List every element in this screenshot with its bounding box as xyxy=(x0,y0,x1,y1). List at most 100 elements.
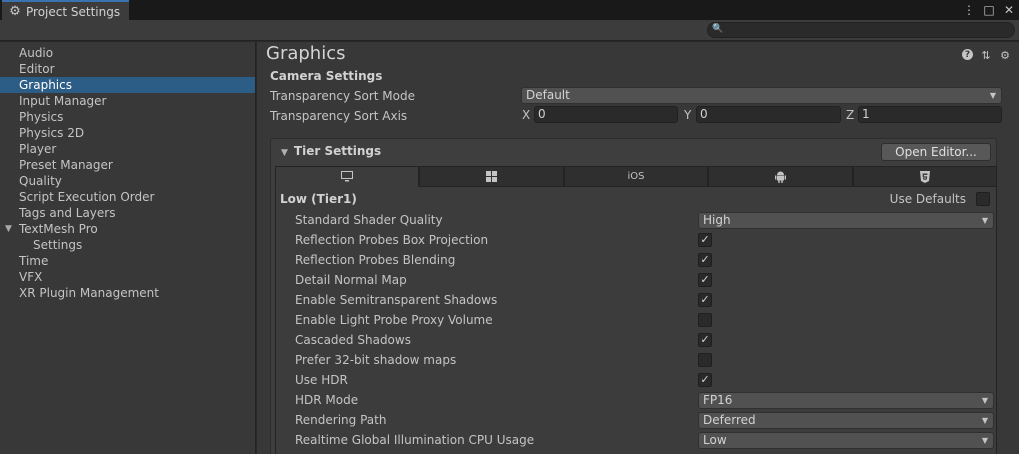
open-editor-button[interactable]: Open Editor... xyxy=(881,143,991,161)
header-icons: ? ⇅ ⚙ xyxy=(962,49,1011,62)
reflection-probes-blending-label: Reflection Probes Blending xyxy=(295,253,456,267)
detail-normal-map-checkbox[interactable]: ✓ xyxy=(698,273,712,287)
close-icon[interactable]: ✕ xyxy=(1003,2,1015,18)
tier-settings-panel: ▼ Tier Settings Open Editor... iOS Low (T… xyxy=(270,138,998,454)
search-input[interactable]: 🔍 xyxy=(707,22,1015,38)
enable-light-probe-proxy-volume-label: Enable Light Probe Proxy Volume xyxy=(295,313,493,327)
sidebar-item-label: Audio xyxy=(19,46,54,60)
tab-platform-ios[interactable]: iOS xyxy=(563,166,709,187)
sidebar-item-script-execution-order[interactable]: Script Execution Order xyxy=(0,189,255,205)
axis-z-label: Z xyxy=(846,107,855,122)
sidebar-item-audio[interactable]: Audio xyxy=(0,45,255,61)
chevron-down-icon: ▼ xyxy=(981,416,988,425)
sidebar-item-player[interactable]: Player xyxy=(0,141,255,157)
hdr-mode-label: HDR Mode xyxy=(295,393,359,407)
sidebar-item-physics-2d[interactable]: Physics 2D xyxy=(0,125,255,141)
sidebar-item-settings[interactable]: Settings xyxy=(0,237,255,253)
chevron-down-icon: ▼ xyxy=(981,216,988,225)
axis-x-field[interactable]: 0 xyxy=(534,106,678,123)
transparency-sort-mode-value: Default xyxy=(526,88,570,102)
sidebar-item-label: Quality xyxy=(19,174,62,188)
reflection-probes-box-projection-checkbox[interactable]: ✓ xyxy=(698,233,712,247)
reflection-probes-blending-checkbox[interactable]: ✓ xyxy=(698,253,712,267)
tab-platform-android[interactable] xyxy=(708,166,853,187)
android-icon xyxy=(774,171,786,183)
sidebar-item-label: TextMesh Pro xyxy=(19,222,98,236)
expand-arrow-icon[interactable]: ▼ xyxy=(5,221,12,237)
sidebar-item-xr-plugin-management[interactable]: XR Plugin Management xyxy=(0,285,255,301)
sidebar-item-tags-and-layers[interactable]: Tags and Layers xyxy=(0,205,255,221)
realtime-global-illumination-cpu-usage-dropdown[interactable]: Low ▼ xyxy=(698,432,994,449)
axis-y-field[interactable]: 0 xyxy=(696,106,841,123)
transparency-sort-mode-dropdown[interactable]: Default ▼ xyxy=(521,87,1002,104)
axis-z: Z 1 xyxy=(846,106,1002,123)
realtime-global-illumination-cpu-usage-label: Realtime Global Illumination CPU Usage xyxy=(295,433,535,447)
platform-label: iOS xyxy=(627,171,645,182)
transparency-sort-axis-label: Transparency Sort Axis xyxy=(270,109,408,123)
prefer-32-bit-shadow-maps-checkbox[interactable] xyxy=(698,353,712,367)
settings-gear-icon[interactable]: ⚙ xyxy=(999,49,1011,62)
sidebar-item-label: Settings xyxy=(33,238,83,252)
sidebar-item-label: Player xyxy=(19,142,57,156)
html5-icon xyxy=(919,170,930,183)
use-hdr-checkbox[interactable]: ✓ xyxy=(698,373,712,387)
realtime-global-illumination-cpu-usage-value: Low xyxy=(703,433,727,447)
sidebar: Audio Editor Graphics Input Manager Physics P… xyxy=(0,42,256,454)
rendering-path-label: Rendering Path xyxy=(295,413,387,427)
sidebar-item-input-manager[interactable]: Input Manager xyxy=(0,93,255,109)
tier-body: Low (Tier1) Use Defaults Standard Shader… xyxy=(275,187,997,454)
tier-name: Low (Tier1) xyxy=(280,192,357,206)
chevron-down-icon: ▼ xyxy=(981,436,988,445)
main-panel: Graphics ? ⇅ ⚙ Camera Settings Transpare… xyxy=(257,42,1019,454)
tier-settings-foldout[interactable]: ▼ Tier Settings xyxy=(281,144,381,158)
tab-platform-standalone[interactable] xyxy=(275,166,420,187)
window-tab-bar: ⚙ Project Settings ⋮ □ ✕ xyxy=(0,0,1019,21)
sidebar-item-label: XR Plugin Management xyxy=(19,286,159,300)
enable-semitransparent-shadows-checkbox[interactable]: ✓ xyxy=(698,293,712,307)
sidebar-item-graphics[interactable]: Graphics xyxy=(0,77,255,93)
enable-light-probe-proxy-volume-checkbox[interactable] xyxy=(698,313,712,327)
tab-platform-windows[interactable] xyxy=(419,166,564,187)
maximize-icon[interactable]: □ xyxy=(983,2,995,18)
rendering-path-dropdown[interactable]: Deferred ▼ xyxy=(698,412,994,429)
sidebar-item-textmesh-pro[interactable]: ▼ TextMesh Pro xyxy=(0,221,255,237)
search-icon: 🔍 xyxy=(712,24,724,34)
sidebar-item-time[interactable]: Time xyxy=(0,253,255,269)
tab-platform-webgl[interactable] xyxy=(852,166,998,187)
standard-shader-quality-value: High xyxy=(703,213,731,227)
sidebar-item-label: Tags and Layers xyxy=(19,206,116,220)
toolbar: 🔍 xyxy=(0,20,1019,41)
more-options-icon[interactable]: ⋮ xyxy=(963,2,975,18)
sidebar-item-vfx[interactable]: VFX xyxy=(0,269,255,285)
axis-x: X 0 xyxy=(522,106,678,123)
gear-icon: ⚙ xyxy=(9,4,21,19)
sidebar-item-physics[interactable]: Physics xyxy=(0,109,255,125)
sidebar-item-label: Input Manager xyxy=(19,94,107,108)
sidebar-item-label: Time xyxy=(19,254,49,268)
preset-icon[interactable]: ⇅ xyxy=(980,49,992,62)
sidebar-item-quality[interactable]: Quality xyxy=(0,173,255,189)
monitor-icon xyxy=(341,171,354,182)
window-controls: ⋮ □ ✕ xyxy=(963,2,1015,18)
standard-shader-quality-dropdown[interactable]: High ▼ xyxy=(698,212,994,229)
cascaded-shadows-label: Cascaded Shadows xyxy=(295,333,411,347)
hdr-mode-dropdown[interactable]: FP16 ▼ xyxy=(698,392,994,409)
use-defaults-checkbox[interactable] xyxy=(976,192,990,206)
sidebar-item-editor[interactable]: Editor xyxy=(0,61,255,77)
use-hdr-label: Use HDR xyxy=(295,373,348,387)
sidebar-item-preset-manager[interactable]: Preset Manager xyxy=(0,157,255,173)
cascaded-shadows-checkbox[interactable]: ✓ xyxy=(698,333,712,347)
tab-title: Project Settings xyxy=(26,4,121,19)
axis-y-label: Y xyxy=(684,107,692,122)
detail-normal-map-label: Detail Normal Map xyxy=(295,273,407,287)
page-title: Graphics xyxy=(266,43,346,64)
axis-z-field[interactable]: 1 xyxy=(858,106,1002,123)
windows-icon xyxy=(486,171,498,182)
chevron-down-icon: ▼ xyxy=(981,396,988,405)
axis-x-label: X xyxy=(522,107,531,122)
rendering-path-value: Deferred xyxy=(703,413,756,427)
prefer-32-bit-shadow-maps-label: Prefer 32-bit shadow maps xyxy=(295,353,457,367)
help-icon[interactable]: ? xyxy=(962,49,973,60)
hdr-mode-value: FP16 xyxy=(703,393,733,407)
project-settings-tab[interactable]: ⚙ Project Settings xyxy=(2,0,129,21)
